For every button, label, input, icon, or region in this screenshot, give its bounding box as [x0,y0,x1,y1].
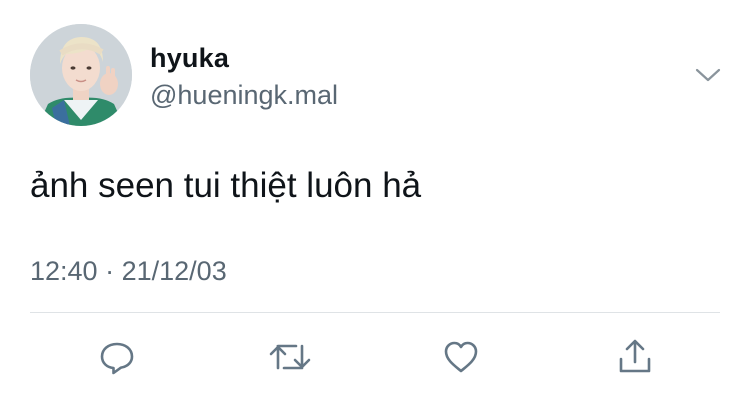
like-button[interactable] [436,332,486,382]
heart-icon [441,337,481,377]
tweet-time: 12:40 [30,256,98,286]
avatar-photo [30,24,132,126]
reply-icon [97,337,137,377]
avatar[interactable] [30,24,132,126]
share-button[interactable] [610,332,660,382]
meta-separator: · [105,256,115,286]
chevron-down-icon[interactable] [693,60,723,90]
display-name[interactable]: hyuka [150,42,229,74]
tweet-text: ảnh seen tui thiệt luôn hả [30,166,422,205]
share-icon [615,337,655,377]
divider [30,312,720,313]
reply-button[interactable] [92,332,142,382]
tweet-date: 21/12/03 [121,256,227,286]
retweet-button[interactable] [265,332,315,382]
action-bar [0,332,750,382]
retweet-icon [268,337,312,377]
user-handle[interactable]: @hueningk.mal [150,79,338,111]
tweet-timestamp[interactable]: 12:40 · 21/12/03 [30,255,227,287]
